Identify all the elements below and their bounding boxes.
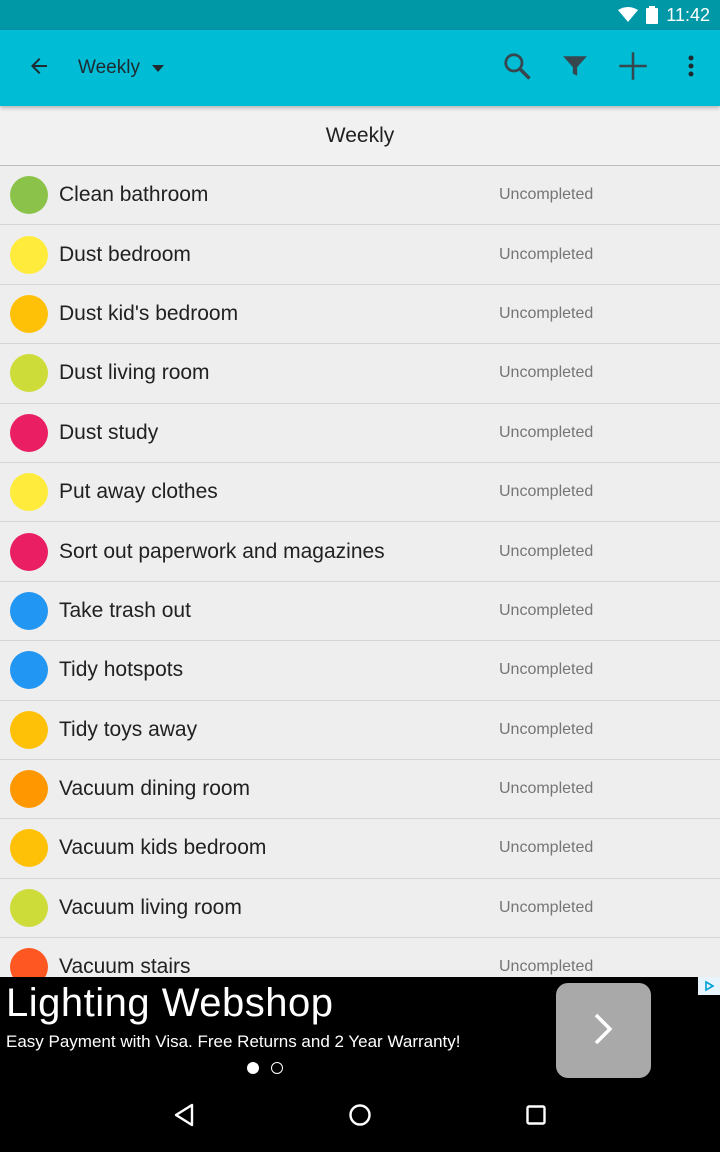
task-row[interactable]: Dust bedroom Uncompleted — [0, 225, 720, 285]
task-name: Dust living room — [59, 361, 210, 385]
task-name: Sort out paperwork and magazines — [59, 539, 385, 563]
task-color-dot — [10, 888, 48, 927]
task-color-dot — [10, 235, 48, 274]
task-row[interactable]: Tidy toys away Uncompleted — [0, 701, 720, 760]
status-bar: 11:42 — [0, 0, 720, 30]
ad-open-button[interactable] — [556, 983, 651, 1078]
nav-home-button[interactable] — [315, 1082, 405, 1152]
task-name: Tidy toys away — [59, 717, 198, 741]
task-row[interactable]: Dust kid's bedroom Uncompleted — [0, 285, 720, 345]
wifi-icon — [618, 7, 639, 23]
task-row[interactable]: Vacuum kids bedroom Uncompleted — [0, 819, 720, 879]
dropdown-caret-icon — [151, 57, 164, 79]
task-color-dot — [10, 354, 48, 393]
task-name: Vacuum kids bedroom — [59, 836, 267, 860]
task-name: Vacuum living room — [59, 895, 242, 919]
task-row[interactable]: Vacuum stairs Uncompleted — [0, 938, 720, 977]
ad-banner[interactable]: Lighting Webshop Easy Payment with Visa.… — [0, 977, 720, 1082]
task-row[interactable]: Dust living room Uncompleted — [0, 344, 720, 404]
task-color-dot — [10, 591, 48, 630]
task-row[interactable]: Clean bathroom Uncompleted — [0, 166, 720, 226]
task-row[interactable]: Vacuum dining room Uncompleted — [0, 760, 720, 820]
ad-subtitle[interactable]: Easy Payment with Visa. Free Returns and… — [6, 1032, 461, 1052]
task-list[interactable]: Clean bathroom Uncompleted Dust bedroom Unc… — [0, 166, 720, 977]
task-status: Uncompleted — [499, 483, 594, 501]
task-name: Take trash out — [59, 598, 191, 622]
task-row[interactable]: Dust study Uncompleted — [0, 404, 720, 463]
task-color-dot — [10, 294, 48, 333]
task-status: Uncompleted — [499, 601, 594, 619]
task-status: Uncompleted — [499, 186, 594, 204]
system-nav-bar — [0, 1082, 720, 1152]
task-name: Vacuum stairs — [59, 955, 191, 977]
status-time: 11:42 — [666, 4, 710, 25]
toolbar-title: Weekly — [78, 57, 140, 78]
nav-back-button[interactable] — [139, 1082, 229, 1152]
task-status: Uncompleted — [499, 839, 594, 857]
task-status: Uncompleted — [499, 780, 594, 798]
list-section-header: Weekly — [0, 106, 720, 166]
task-status: Uncompleted — [499, 720, 594, 738]
back-triangle-icon — [173, 1103, 195, 1131]
overflow-menu-icon — [687, 55, 695, 81]
task-color-dot — [10, 176, 48, 215]
filter-icon — [562, 53, 588, 83]
task-color-dot — [10, 710, 48, 749]
task-status: Uncompleted — [499, 304, 594, 322]
task-color-dot — [10, 532, 48, 571]
task-row[interactable]: Tidy hotspots Uncompleted — [0, 641, 720, 701]
task-name: Dust bedroom — [59, 242, 191, 266]
task-row[interactable]: Put away clothes Uncompleted — [0, 463, 720, 523]
page-dot-inactive — [271, 1062, 283, 1074]
task-row[interactable]: Sort out paperwork and magazines Uncomple… — [0, 522, 720, 582]
task-name: Dust kid's bedroom — [59, 301, 239, 325]
list-selector-dropdown[interactable]: Weekly — [78, 57, 164, 79]
task-status: Uncompleted — [499, 898, 594, 916]
task-name: Tidy hotspots — [59, 658, 184, 682]
task-status: Uncompleted — [499, 423, 594, 441]
task-status: Uncompleted — [499, 364, 594, 382]
task-status: Uncompleted — [499, 958, 594, 976]
back-arrow-icon — [27, 54, 51, 82]
overflow-menu-button[interactable] — [662, 30, 720, 106]
task-name: Clean bathroom — [59, 183, 209, 207]
app-toolbar: Weekly — [0, 30, 720, 106]
filter-button[interactable] — [546, 30, 604, 106]
task-status: Uncompleted — [499, 542, 594, 560]
task-color-dot — [10, 473, 48, 512]
task-row[interactable]: Vacuum living room Uncompleted — [0, 879, 720, 939]
task-name: Dust study — [59, 420, 159, 444]
add-button[interactable] — [604, 30, 662, 106]
task-status: Uncompleted — [499, 245, 594, 263]
task-row[interactable]: Take trash out Uncompleted — [0, 582, 720, 642]
task-name: Put away clothes — [59, 480, 218, 504]
nav-recents-button[interactable] — [491, 1082, 581, 1152]
recents-square-icon — [525, 1104, 547, 1130]
ad-title[interactable]: Lighting Webshop — [6, 981, 334, 1026]
home-circle-icon — [348, 1103, 372, 1131]
task-color-dot — [10, 948, 48, 977]
add-icon — [618, 51, 648, 85]
task-color-dot — [10, 651, 48, 690]
battery-icon — [646, 6, 659, 24]
task-color-dot — [10, 829, 48, 868]
ad-choices-icon[interactable] — [698, 977, 720, 995]
task-name: Vacuum dining room — [59, 777, 251, 801]
search-icon — [502, 51, 532, 85]
task-color-dot — [10, 770, 48, 809]
back-button[interactable] — [0, 30, 78, 106]
task-color-dot — [10, 413, 48, 452]
ad-page-indicator — [247, 1062, 295, 1074]
chevron-right-icon — [592, 1011, 616, 1051]
task-status: Uncompleted — [499, 661, 594, 679]
page-dot-active — [247, 1062, 259, 1074]
search-button[interactable] — [488, 30, 546, 106]
